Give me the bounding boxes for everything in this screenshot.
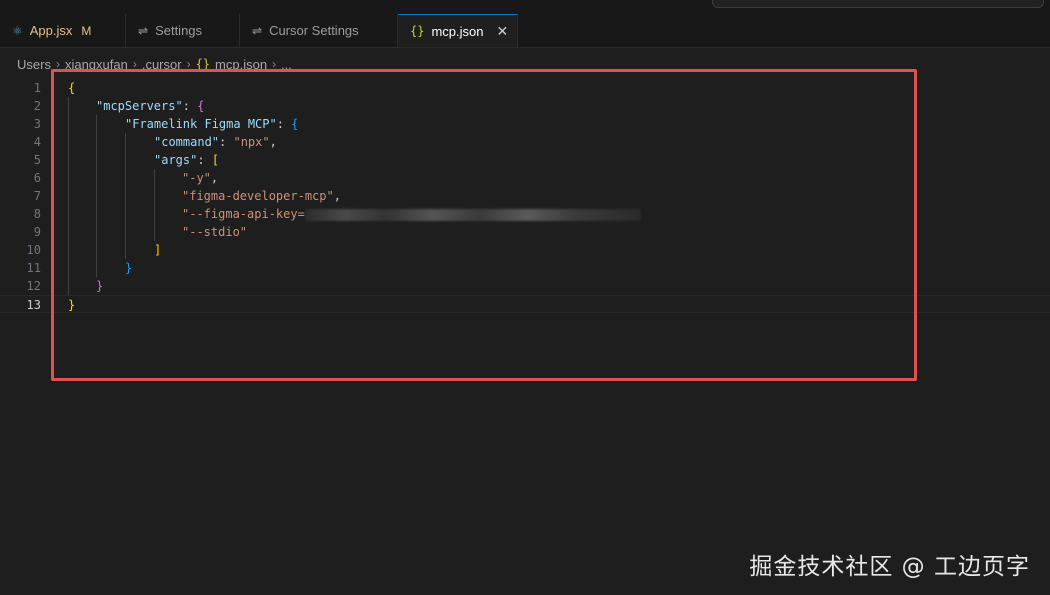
editor-tab-bar: ⚛ App.jsx M ⇌ Settings ⇌ Cursor Settings… xyxy=(0,14,1050,48)
json-icon: {} xyxy=(410,24,425,38)
line-number: 4 xyxy=(33,135,41,149)
tab-app-jsx[interactable]: ⚛ App.jsx M xyxy=(0,14,126,47)
line-number: 8 xyxy=(33,207,41,221)
tab-mcp-json[interactable]: {} mcp.json ✕ xyxy=(398,14,518,47)
close-icon[interactable]: ✕ xyxy=(496,23,508,40)
watermark: 掘金技术社区 @ 工边页字 xyxy=(749,554,1030,580)
title-bar xyxy=(0,0,1050,14)
tab-label: Settings xyxy=(155,23,203,38)
breadcrumb-item[interactable]: Users xyxy=(17,57,51,72)
annotation-highlight-box xyxy=(51,69,917,381)
line-number: 12 xyxy=(26,279,41,293)
line-number: 6 xyxy=(33,171,41,185)
line-number: 13 xyxy=(26,298,41,312)
command-center[interactable] xyxy=(712,0,1044,8)
line-number: 1 xyxy=(33,81,41,95)
line-number: 3 xyxy=(33,117,41,131)
line-number: 2 xyxy=(33,99,41,113)
react-icon: ⚛ xyxy=(12,23,23,38)
settings-icon: ⇌ xyxy=(138,23,149,38)
line-number: 11 xyxy=(26,261,41,275)
tab-cursor-settings[interactable]: ⇌ Cursor Settings xyxy=(240,14,398,47)
tab-label: Cursor Settings xyxy=(269,23,359,38)
settings-icon: ⇌ xyxy=(252,23,263,38)
line-number: 7 xyxy=(33,189,41,203)
tab-label: mcp.json xyxy=(431,23,484,39)
line-number: 9 xyxy=(33,225,41,239)
line-number: 10 xyxy=(26,243,41,257)
tab-settings[interactable]: ⇌ Settings xyxy=(126,14,240,47)
modified-badge: M xyxy=(81,23,92,38)
tab-label: App.jsx xyxy=(29,23,73,38)
line-number: 5 xyxy=(33,153,41,167)
